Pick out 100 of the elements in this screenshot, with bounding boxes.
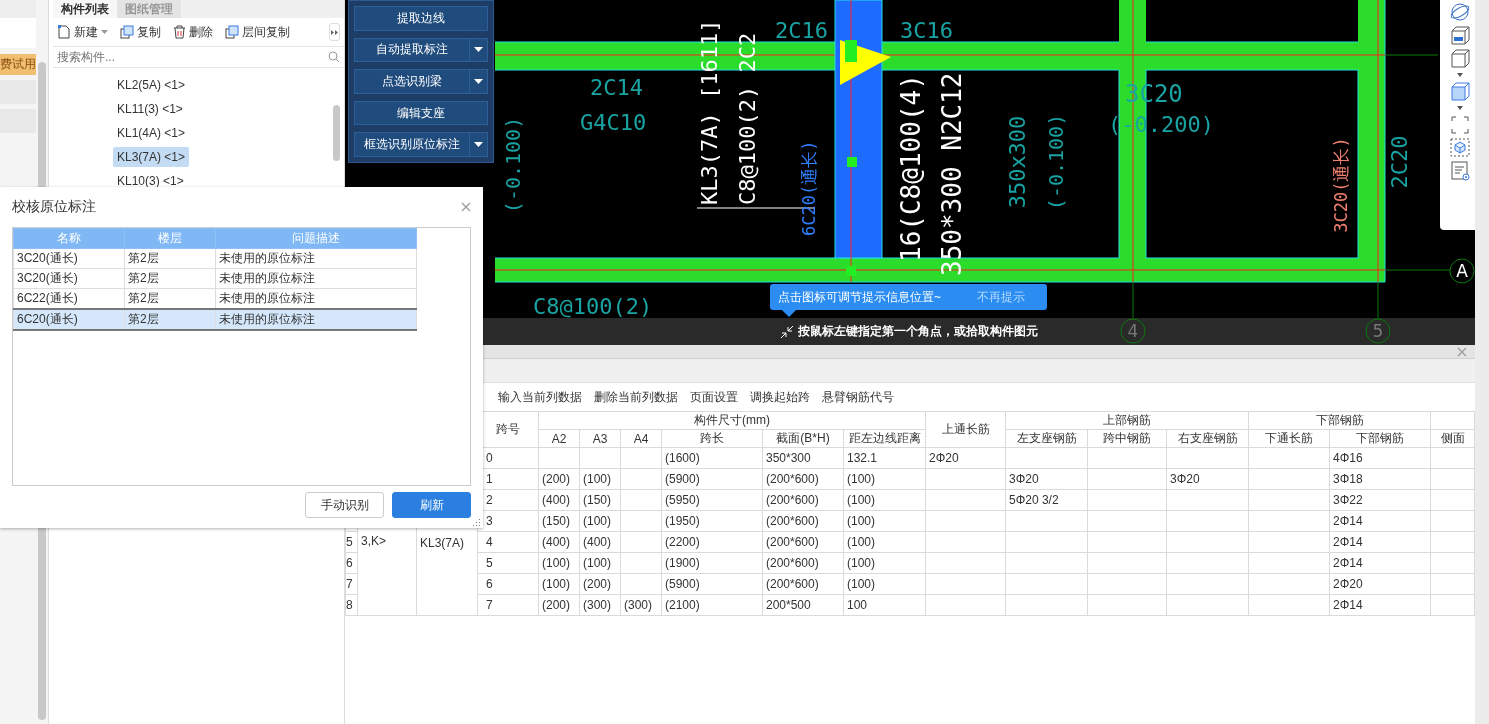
table-cell: (150): [583, 493, 611, 507]
table-cell: 3Φ20: [1009, 472, 1039, 486]
table-cell: (1900): [665, 556, 700, 570]
table-cell: (1600): [665, 451, 700, 465]
axis-marker: 5: [1365, 318, 1391, 344]
table-cell: 3Φ22: [1333, 493, 1363, 507]
rebar-annotation: 6C20(通长): [799, 140, 819, 236]
row-number: 7: [346, 577, 353, 591]
row-number: 6: [346, 556, 353, 570]
column-header: 跨中钢筋: [1103, 431, 1151, 445]
column-header: 跨长: [700, 431, 724, 445]
rebar-annotation: C8@100(2): [533, 294, 653, 319]
table-cell: 0: [486, 451, 493, 465]
rebar-annotation: (-0.100): [1044, 113, 1068, 211]
row-number: 5: [346, 535, 353, 549]
table-cell: 2Φ14: [1333, 514, 1363, 528]
table-cell: 2: [486, 493, 493, 507]
table-cell: (100): [583, 472, 611, 486]
table-cell: (100): [542, 556, 570, 570]
column-header: 问题描述: [215, 228, 417, 249]
table-cell: 2Φ14: [1333, 598, 1363, 612]
rebar-annotation: 2C16: [775, 18, 828, 43]
table-cell: (400): [542, 535, 570, 549]
column-header: A2: [551, 431, 567, 446]
table-cell: (5900): [665, 472, 700, 486]
table-cell: (200*600): [766, 535, 819, 549]
table-cell: (200*600): [766, 514, 819, 528]
table-cell: (200): [583, 577, 611, 591]
table-cell: (200): [542, 472, 570, 486]
dialog-title: 校核原位标注: [12, 198, 96, 216]
column-header: 名称: [13, 228, 125, 249]
rebar-annotation: 3C16: [900, 18, 953, 43]
column-header: A3: [592, 431, 608, 446]
status-text: 按鼠标左键指定第一个角点，或拾取构件图元: [798, 323, 1038, 340]
table-cell: 200*500: [766, 598, 811, 612]
row-number: 8: [346, 598, 353, 612]
table-cell: 3,K>: [361, 534, 387, 548]
column-header: 截面(B*H): [776, 431, 830, 445]
column-header: 右支座钢筋: [1177, 431, 1238, 445]
table-cell: (100): [847, 556, 875, 570]
table-cell: 4: [486, 535, 493, 549]
rebar-annotation: 350*300 N2C12: [937, 72, 967, 276]
table-cell: (200*600): [766, 556, 819, 570]
table-cell: 2Φ20: [1333, 577, 1363, 591]
column-header: 左支座钢筋: [1016, 431, 1077, 445]
table-cell: (400): [583, 535, 611, 549]
column-header: A4: [633, 431, 649, 446]
table-cell: (200*600): [766, 493, 819, 507]
rebar-annotation: 2C20: [1387, 135, 1412, 189]
column-group-header: 构件尺寸(mm): [694, 413, 770, 427]
column-group-header: 下部钢筋: [1315, 413, 1364, 427]
table-cell: (100): [847, 514, 875, 528]
table-cell: 5Φ20 3/2: [1009, 493, 1059, 507]
table-cell: 2Φ20: [929, 451, 959, 465]
table-cell: 3Φ20: [1170, 472, 1200, 486]
rebar-annotation: (-0.100): [501, 116, 525, 214]
table-cell: KL3(7A): [420, 536, 465, 550]
table-cell: (100): [847, 472, 875, 486]
column-header: 下通长筋: [1265, 431, 1314, 445]
table-cell: (300): [624, 598, 652, 612]
table-cell: 2Φ14: [1333, 556, 1363, 570]
table-cell: (100): [847, 577, 875, 591]
table-cell: (100): [847, 535, 875, 549]
rebar-annotation: C8@100(2) 2C2: [735, 32, 760, 205]
axis-marker: A: [1449, 258, 1475, 284]
table-cell: (2200): [665, 535, 700, 549]
table-cell: 100: [847, 598, 868, 612]
table-cell: 7: [486, 598, 493, 612]
table-cell: (5900): [665, 577, 700, 591]
rebar-annotation: 16(C8@100(4): [896, 74, 926, 262]
table-cell: 2Φ14: [1333, 535, 1363, 549]
table-cell: (1950): [665, 514, 700, 528]
table-cell: 3Φ18: [1333, 472, 1363, 486]
hint-text: 点击图标可调节提示信息位置~: [778, 288, 941, 306]
rebar-annotation: 350x300: [1005, 115, 1030, 209]
column-header: 距左边线距离: [848, 431, 921, 445]
table-cell: (100): [583, 556, 611, 570]
table-cell: (150): [542, 514, 570, 528]
table-cell: (300): [583, 598, 611, 612]
table-cell: 350*300: [766, 451, 811, 465]
table-cell: (5950): [665, 493, 700, 507]
table-cell: 132.1: [847, 451, 878, 465]
table-cell: 5: [486, 556, 493, 570]
table-cell: (2100): [665, 598, 700, 612]
axis-marker: 4: [1120, 318, 1146, 344]
table-cell: (400): [542, 493, 570, 507]
table-cell: 1: [486, 472, 493, 486]
column-header: 上通长筋: [941, 422, 990, 436]
column-header: 楼层: [124, 228, 216, 249]
table-cell: (100): [583, 514, 611, 528]
table-cell: (200*600): [766, 472, 819, 486]
rebar-annotation: 2C14: [590, 75, 643, 100]
rebar-annotation: G4C10: [580, 110, 647, 135]
table-cell: (100): [847, 493, 875, 507]
table-cell: 6: [486, 577, 493, 591]
column-group-header: 上部钢筋: [1103, 413, 1151, 427]
rebar-annotation: KL3(7A) [1611]: [697, 19, 722, 205]
table-cell: (200): [542, 598, 570, 612]
column-header: 跨号: [496, 422, 520, 436]
rebar-annotation: 3C20(通长): [1331, 137, 1351, 233]
